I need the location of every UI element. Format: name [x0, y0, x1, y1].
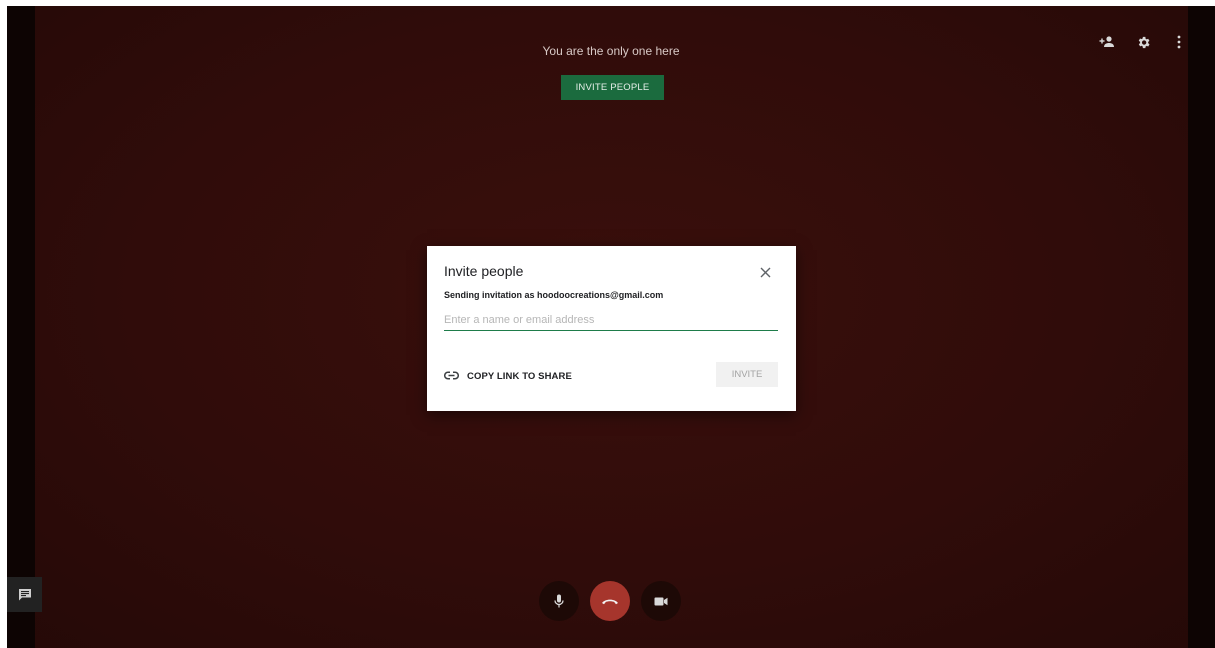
invite-email-input[interactable]	[444, 310, 778, 331]
call-controls	[539, 581, 681, 621]
sending-as-text: Sending invitation as hoodoocreations@gm…	[444, 290, 664, 300]
camera-icon	[654, 597, 668, 605]
link-icon	[444, 367, 459, 385]
close-icon[interactable]	[758, 265, 772, 279]
add-person-icon[interactable]	[1097, 32, 1117, 52]
invite-dialog: Invite people Sending invitation as hood…	[427, 246, 796, 411]
chat-icon	[18, 589, 31, 601]
gear-icon[interactable]	[1133, 32, 1153, 52]
chat-button[interactable]	[7, 577, 42, 612]
mic-icon	[554, 594, 564, 608]
status-text: You are the only one here	[542, 44, 680, 58]
left-edge	[7, 6, 35, 648]
hang-up-icon	[602, 599, 618, 605]
mic-button[interactable]	[539, 581, 579, 621]
dialog-title: Invite people	[444, 263, 524, 279]
camera-button[interactable]	[641, 581, 681, 621]
top-toolbar	[1097, 32, 1189, 52]
invite-people-button[interactable]: INVITE PEOPLE	[561, 75, 664, 100]
hang-up-button[interactable]	[590, 581, 630, 621]
invite-button[interactable]: INVITE	[716, 362, 778, 387]
more-vert-icon[interactable]	[1169, 32, 1189, 52]
video-stage: You are the only one here INVITE PEOPLE	[7, 6, 1215, 648]
right-edge	[1188, 6, 1215, 648]
copy-link-button[interactable]: COPY LINK TO SHARE	[444, 367, 572, 385]
copy-link-label: COPY LINK TO SHARE	[467, 370, 572, 382]
